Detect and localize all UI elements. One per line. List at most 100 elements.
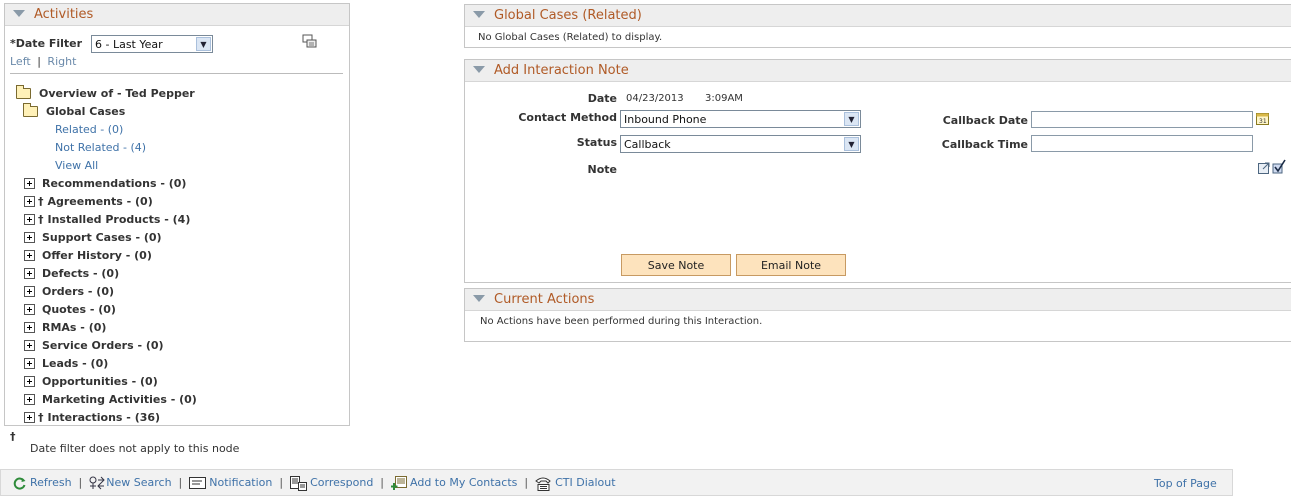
refresh-icon	[13, 476, 27, 490]
tree-node[interactable]: Opportunities - (0)	[24, 375, 158, 388]
tree-node[interactable]: † Installed Products - (4)	[24, 213, 190, 226]
date-filter-value: 6 - Last Year	[95, 37, 163, 51]
contact-method-select[interactable]: Inbound Phone ▼	[620, 110, 861, 128]
node-label: Defects - (0)	[42, 267, 120, 280]
email-note-button[interactable]: Email Note	[736, 254, 846, 276]
save-note-label: Save Note	[647, 258, 705, 272]
collapse-triangle-icon[interactable]	[473, 66, 485, 73]
new-search-button[interactable]: New Search	[89, 476, 172, 490]
top-of-page-link[interactable]: Top of Page	[1154, 477, 1217, 490]
settings-tree-icon[interactable]	[302, 34, 318, 50]
cti-dialout-button[interactable]: CTI Dialout	[535, 476, 616, 491]
node-label: RMAs - (0)	[42, 321, 107, 334]
expand-plus-icon[interactable]	[24, 358, 35, 369]
expand-plus-icon[interactable]	[24, 178, 35, 189]
date-label: Date	[587, 92, 617, 105]
expand-plus-icon[interactable]	[24, 196, 35, 207]
left-right-separator: |	[37, 55, 41, 68]
toolbar-separator: |	[178, 476, 183, 489]
note-label: Note	[587, 163, 617, 176]
collapse-triangle-icon[interactable]	[473, 295, 485, 302]
right-link[interactable]: Right	[47, 55, 76, 68]
correspond-button[interactable]: Correspond	[290, 475, 373, 491]
tree-node[interactable]: Recommendations - (0)	[24, 177, 186, 190]
tree-global-cases[interactable]: Global Cases	[23, 103, 125, 118]
view-all-link[interactable]: View All	[55, 159, 98, 172]
tree-node[interactable]: Orders - (0)	[24, 285, 114, 298]
tree-related: Related - (0)	[55, 123, 123, 136]
node-label: Recommendations - (0)	[42, 177, 187, 190]
expand-plus-icon[interactable]	[24, 250, 35, 261]
expand-plus-icon[interactable]	[24, 322, 35, 333]
activities-title: Activities	[34, 7, 94, 22]
node-label: Installed Products - (4)	[47, 213, 191, 226]
toolbar-separator: |	[380, 476, 385, 489]
notification-icon	[189, 476, 207, 490]
tree-node[interactable]: RMAs - (0)	[24, 321, 106, 334]
activities-panel: Activities *Date Filter 6 - Last Year ▼ …	[4, 3, 350, 426]
tree-node[interactable]: Service Orders - (0)	[24, 339, 164, 352]
node-label: Support Cases - (0)	[42, 231, 162, 244]
time-value: 3:09AM	[705, 93, 743, 104]
notification-button[interactable]: Notification	[189, 476, 272, 490]
dagger-icon: †	[38, 195, 44, 208]
node-label: Opportunities - (0)	[42, 375, 158, 388]
not-related-link[interactable]: Not Related - (4)	[55, 141, 146, 154]
collapse-triangle-icon[interactable]	[473, 11, 485, 18]
tree-node[interactable]: Defects - (0)	[24, 267, 119, 280]
expand-plus-icon[interactable]	[24, 394, 35, 405]
node-label: Marketing Activities - (0)	[42, 393, 197, 406]
callback-date-input[interactable]	[1031, 111, 1253, 128]
tree-node[interactable]: Support Cases - (0)	[24, 231, 162, 244]
dagger-icon: †	[38, 411, 44, 424]
date-filter-label: *Date Filter	[10, 37, 83, 50]
interaction-note-header[interactable]: Add Interaction Note	[465, 60, 1291, 82]
tree-node[interactable]: Marketing Activities - (0)	[24, 393, 197, 406]
activities-header[interactable]: Activities	[5, 4, 349, 26]
dropdown-arrow-icon[interactable]: ▼	[844, 137, 859, 151]
tree-node[interactable]: Offer History - (0)	[24, 249, 152, 262]
tree-node[interactable]: Quotes - (0)	[24, 303, 116, 316]
dropdown-arrow-icon[interactable]: ▼	[844, 112, 859, 126]
collapse-triangle-icon[interactable]	[13, 10, 25, 17]
date-filter-select[interactable]: 6 - Last Year ▼	[91, 35, 213, 53]
toolbar-separator: |	[524, 476, 529, 489]
save-note-button[interactable]: Save Note	[621, 254, 731, 276]
tree-node[interactable]: † Agreements - (0)	[24, 195, 153, 208]
tree-node[interactable]: Leads - (0)	[24, 357, 108, 370]
cti-dialout-label: CTI Dialout	[555, 476, 616, 489]
calendar-icon[interactable]: 31	[1256, 112, 1269, 125]
expand-note-icon[interactable]	[1258, 160, 1272, 174]
add-contact-icon	[391, 475, 408, 490]
left-link[interactable]: Left	[10, 55, 31, 68]
expand-plus-icon[interactable]	[24, 304, 35, 315]
status-value: Callback	[624, 137, 671, 151]
add-to-contacts-label: Add to My Contacts	[410, 476, 518, 489]
tree-overview[interactable]: Overview of - Ted Pepper	[16, 85, 195, 100]
expand-plus-icon[interactable]	[24, 412, 35, 423]
status-select[interactable]: Callback ▼	[620, 135, 861, 153]
expand-plus-icon[interactable]	[24, 232, 35, 243]
callback-time-input[interactable]	[1031, 135, 1253, 152]
dropdown-arrow-icon[interactable]: ▼	[196, 37, 211, 51]
expand-plus-icon[interactable]	[24, 268, 35, 279]
folder-open-icon	[23, 103, 38, 117]
node-label: Interactions - (36)	[47, 411, 161, 424]
expand-plus-icon[interactable]	[24, 376, 35, 387]
expand-plus-icon[interactable]	[24, 286, 35, 297]
spellcheck-icon[interactable]	[1272, 159, 1286, 174]
current-actions-header[interactable]: Current Actions	[465, 289, 1291, 311]
expand-plus-icon[interactable]	[24, 214, 35, 225]
tree-node[interactable]: † Interactions - (36)	[24, 411, 160, 424]
new-search-icon	[89, 476, 105, 490]
global-cases-panel: Global Cases (Related) No Global Cases (…	[464, 4, 1291, 48]
global-cases-header[interactable]: Global Cases (Related)	[465, 5, 1291, 27]
related-link[interactable]: Related - (0)	[55, 123, 123, 136]
status-label: Status	[576, 136, 617, 149]
expand-plus-icon[interactable]	[24, 340, 35, 351]
node-label: Agreements - (0)	[47, 195, 153, 208]
add-to-contacts-button[interactable]: Add to My Contacts	[391, 475, 518, 490]
interaction-note-panel: Add Interaction Note Date 04/23/2013 3:0…	[464, 59, 1291, 283]
toolbar-separator: |	[78, 476, 83, 489]
refresh-button[interactable]: Refresh	[13, 476, 72, 490]
